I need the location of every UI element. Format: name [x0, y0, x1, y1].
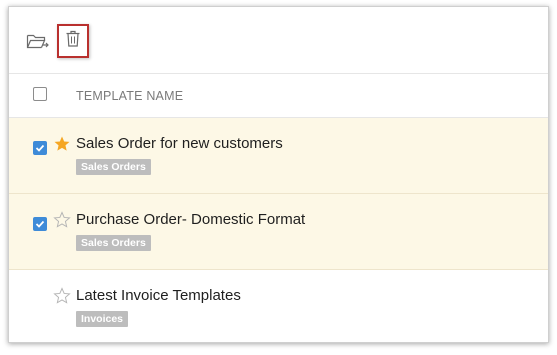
- templates-panel: TEMPLATE NAME Sales Order for new custom…: [8, 6, 549, 343]
- move-to-folder-button[interactable]: [24, 31, 52, 55]
- select-all-checkbox[interactable]: [33, 87, 47, 101]
- delete-button[interactable]: [57, 24, 89, 58]
- row-checkbox[interactable]: [33, 217, 47, 231]
- category-tag: Invoices: [76, 311, 129, 327]
- row-checkbox[interactable]: [33, 141, 47, 155]
- column-header-template-name: TEMPLATE NAME: [76, 89, 184, 103]
- table-row[interactable]: Purchase Order- Domestic Format Sales Or…: [9, 194, 548, 270]
- checkmark-icon: [35, 220, 45, 228]
- category-tag: Sales Orders: [76, 235, 151, 251]
- folder-move-icon: [26, 32, 50, 55]
- table-header: TEMPLATE NAME: [9, 73, 548, 118]
- checkmark-icon: [35, 144, 45, 152]
- template-name[interactable]: Latest Invoice Templates: [76, 287, 241, 304]
- category-tag: Sales Orders: [76, 159, 151, 175]
- table-row[interactable]: Latest Invoice Templates Invoices: [9, 270, 548, 342]
- star-outline-icon[interactable]: [53, 211, 71, 229]
- toolbar: [9, 7, 548, 74]
- template-name[interactable]: Purchase Order- Domestic Format: [76, 211, 305, 228]
- star-outline-icon[interactable]: [53, 287, 71, 305]
- trash-icon: [66, 30, 80, 52]
- star-filled-icon[interactable]: [53, 135, 71, 153]
- table-row[interactable]: Sales Order for new customers Sales Orde…: [9, 118, 548, 194]
- template-name[interactable]: Sales Order for new customers: [76, 135, 283, 152]
